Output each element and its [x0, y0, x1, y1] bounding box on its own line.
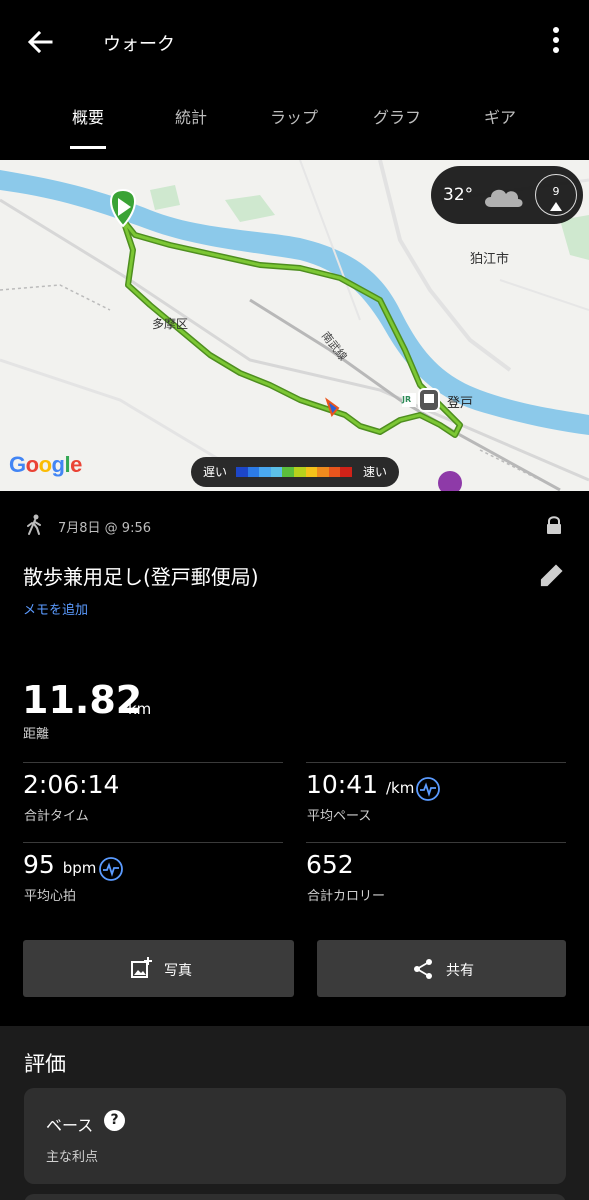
share-label: 共有	[446, 963, 474, 979]
page-title: ウォーク	[103, 34, 175, 55]
tab-overview[interactable]: 概要	[48, 104, 128, 128]
legend-swatch-8	[328, 467, 341, 477]
legend-swatch-7	[317, 467, 329, 477]
weather-badge: 32° 9	[431, 166, 583, 224]
top-app-bar: ウォーク	[0, 0, 589, 82]
legend-swatch-0	[236, 467, 248, 477]
tab-laps[interactable]: ラップ	[254, 104, 334, 128]
pulse-chart-icon[interactable]	[416, 777, 440, 801]
photo-label: 写真	[164, 963, 192, 979]
wind-speed: 9	[552, 185, 560, 198]
pencil-icon[interactable]	[539, 562, 565, 588]
active-tab-indicator	[70, 146, 106, 149]
more-options-button[interactable]	[540, 22, 572, 58]
back-button[interactable]	[22, 24, 58, 60]
activity-title: 散歩兼用足し(登戸郵便局)	[23, 565, 259, 589]
walking-icon	[27, 514, 41, 535]
avg-hr-label: 平均心拍	[24, 889, 77, 904]
next-rating-card	[24, 1194, 566, 1200]
add-photo-icon	[131, 957, 152, 978]
rating-card[interactable]: ベース ? 主な利点	[24, 1088, 566, 1184]
temperature: 32°	[443, 185, 474, 205]
legend-color-bar	[236, 467, 352, 477]
share-button[interactable]: 共有	[317, 940, 566, 997]
cloud-icon	[485, 189, 523, 207]
map-label-jr: JR	[402, 395, 412, 404]
divider	[23, 842, 283, 843]
divider	[23, 762, 283, 763]
avg-hr-unit: bpm	[62, 859, 97, 877]
avg-pace-label: 平均ペース	[307, 809, 372, 824]
rating-card-name: ベース	[46, 1116, 94, 1135]
wind-direction-icon	[550, 202, 562, 211]
tab-graph[interactable]: グラフ	[357, 104, 437, 128]
rating-card-desc: 主な利点	[46, 1150, 99, 1165]
rating-section: 評価 ベース ? 主な利点	[0, 1026, 589, 1200]
legend-swatch-3	[270, 467, 283, 477]
tab-gear[interactable]: ギア	[460, 104, 540, 128]
add-memo-link[interactable]: メモを追加	[23, 599, 88, 618]
total-time-label: 合計タイム	[24, 809, 89, 824]
divider	[306, 762, 566, 763]
legend-swatch-4	[282, 467, 294, 477]
calories-value: 652	[306, 850, 354, 879]
wind-indicator: 9	[535, 174, 577, 216]
map-label-ward: 多摩区	[152, 317, 189, 331]
lock-icon[interactable]	[545, 515, 563, 535]
distance-value: 11.82	[22, 678, 143, 722]
distance-unit: km	[128, 700, 152, 718]
share-icon	[414, 959, 432, 979]
avg-hr-value: 95	[23, 850, 55, 879]
map-label-city: 狛江市	[470, 252, 510, 267]
route-map[interactable]: 狛江市 多摩区 南武線 登戸 JR 32° 9 Google 遅い 速い	[0, 160, 589, 491]
legend-fast-label: 速い	[363, 465, 388, 479]
avg-pace-unit: /km	[386, 779, 415, 797]
divider	[306, 842, 566, 843]
tab-bar: 概要 統計 ラップ グラフ ギア	[0, 96, 589, 150]
activity-date: 7月8日 @ 9:56	[58, 521, 151, 536]
pace-legend: 遅い 速い	[191, 457, 399, 487]
map-label-station: 登戸	[447, 396, 474, 411]
help-icon[interactable]: ?	[104, 1110, 125, 1131]
google-logo: Google	[9, 452, 82, 477]
legend-swatch-5	[293, 467, 306, 477]
avg-pace-value: 10:41	[306, 770, 379, 799]
distance-label: 距離	[23, 727, 50, 742]
legend-swatch-1	[247, 467, 260, 477]
calories-label: 合計カロリー	[307, 889, 386, 904]
pulse-chart-icon[interactable]	[99, 857, 123, 881]
arrow-left-icon	[27, 30, 53, 54]
legend-slow-label: 遅い	[203, 465, 228, 479]
add-photo-button[interactable]: 写真	[23, 940, 294, 997]
legend-swatch-2	[259, 467, 271, 477]
tab-stats[interactable]: 統計	[151, 104, 231, 128]
total-time-value: 2:06:14	[23, 770, 120, 799]
legend-swatch-6	[305, 467, 318, 477]
activity-meta: 7月8日 @ 9:56	[0, 510, 589, 540]
more-vertical-icon	[553, 27, 559, 53]
rating-title: 評価	[24, 1052, 66, 1076]
legend-swatch-9	[340, 467, 352, 477]
